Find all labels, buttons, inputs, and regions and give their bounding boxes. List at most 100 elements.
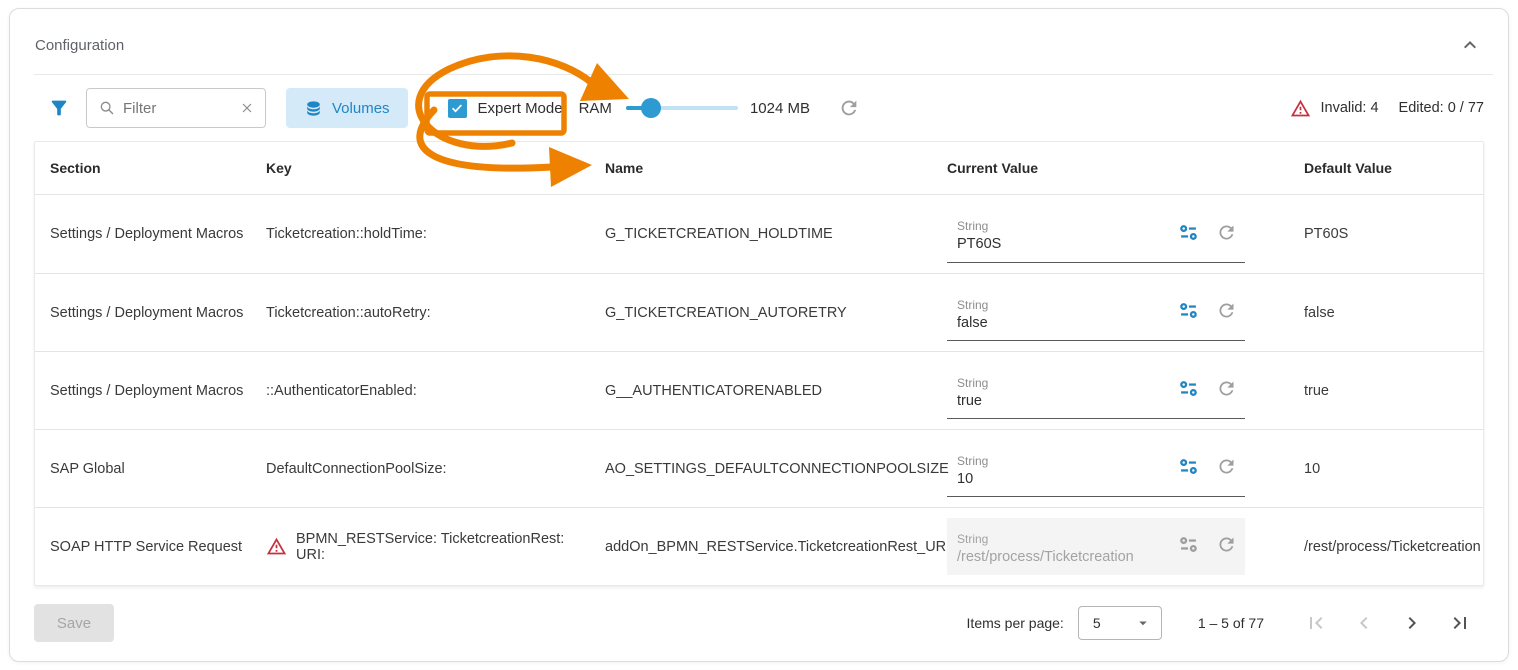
edited-count: Edited: 0 / 77 [1399,100,1484,116]
ram-label: RAM [579,100,612,117]
value-text-block: String [957,453,1168,487]
panel-header: Configuration [10,9,1508,74]
invalid-count: Invalid: 4 [1321,100,1379,116]
value-field: String [947,362,1245,419]
page-size-select[interactable]: 5 [1078,606,1162,640]
toolbar: Volumes Expert Mode RAM 1024 MB [10,75,1508,141]
items-per-page-label: Items per page: [967,615,1064,631]
reset-value-icon[interactable] [1216,222,1237,243]
value-actions [1178,222,1237,243]
chevron-left-icon [1352,611,1376,635]
value-input[interactable] [957,470,1168,487]
clear-filter-icon[interactable] [239,100,255,116]
first-page-button[interactable] [1292,603,1340,643]
table-body: Settings / Deployment Macros Ticketcreat… [35,195,1483,585]
cell-default: /rest/process/Ticketcreation [1289,539,1483,555]
expert-mode-toggle[interactable]: Expert Mode [448,99,563,118]
cell-key: ::AuthenticatorEnabled: [251,383,590,399]
cell-key-text: ::AuthenticatorEnabled: [266,383,417,399]
cell-current-value: String [932,518,1289,575]
cell-default: true [1289,383,1483,399]
col-header-key: Key [251,160,590,176]
value-input[interactable] [957,548,1168,565]
ram-control: RAM 1024 MB [579,97,860,119]
paginator: Items per page: 5 1 – 5 of 77 [967,603,1484,643]
value-input[interactable] [957,235,1168,252]
reset-value-icon[interactable] [1216,300,1237,321]
page-title: Configuration [35,37,124,54]
cell-section: SOAP HTTP Service Request [35,539,251,555]
cell-key: Ticketcreation::autoRetry: [251,305,590,321]
previous-page-button[interactable] [1340,603,1388,643]
last-page-button[interactable] [1436,603,1484,643]
expert-mode-checkbox[interactable] [448,99,467,118]
configuration-panel: Configuration Volumes [9,8,1509,662]
cell-section: Settings / Deployment Macros [35,226,251,242]
volumes-button[interactable]: Volumes [286,88,408,128]
reset-value-icon[interactable] [1216,456,1237,477]
value-field: String [947,284,1245,341]
value-field: String [947,206,1245,263]
value-field: String [947,440,1245,497]
cell-current-value: String [932,362,1289,419]
save-button[interactable]: Save [34,604,114,642]
filter-input[interactable] [123,100,239,117]
collapse-chevron-up-icon[interactable] [1458,33,1482,57]
cell-key: BPMN_RESTService: TicketcreationRest: UR… [251,531,590,563]
cell-name: G_TICKETCREATION_HOLDTIME [590,226,932,242]
value-type-label: String [957,218,1168,235]
ram-slider[interactable] [626,98,738,118]
tune-sliders-icon[interactable] [1178,300,1199,321]
tune-sliders-icon[interactable] [1178,456,1199,477]
chevron-down-icon [1134,614,1152,632]
footer: Save Items per page: 5 1 – 5 of 77 [10,586,1508,643]
cell-name: G_TICKETCREATION_AUTORETRY [590,305,932,321]
tune-sliders-icon[interactable] [1178,378,1199,399]
value-text-block: String [957,531,1168,565]
cell-key-text: DefaultConnectionPoolSize: [266,461,447,477]
cell-default: PT60S [1289,226,1483,242]
invalid-warning-icon [266,536,287,557]
cell-current-value: String [932,440,1289,497]
cell-section: SAP Global [35,461,251,477]
tune-sliders-icon[interactable] [1178,222,1199,243]
cell-key-text: Ticketcreation::autoRetry: [266,305,431,321]
value-actions [1178,300,1237,321]
table-row: SOAP HTTP Service Request BPMN_RESTServi… [35,507,1483,585]
slider-thumb[interactable] [641,98,661,118]
col-header-section: Section [35,160,251,176]
reset-value-icon[interactable] [1216,378,1237,399]
invalid-warning-icon [1290,98,1311,119]
page-range-label: 1 – 5 of 77 [1198,615,1264,631]
filter-funnel-icon[interactable] [48,97,70,119]
filter-field [86,88,266,128]
cell-current-value: String [932,206,1289,263]
value-type-label: String [957,531,1168,548]
table-row: SAP Global DefaultConnectionPoolSize: AO… [35,429,1483,507]
chevron-right-icon [1400,611,1424,635]
table-row: Settings / Deployment Macros Ticketcreat… [35,195,1483,273]
search-icon [99,100,115,116]
ram-refresh-icon[interactable] [838,97,860,119]
table-row: Settings / Deployment Macros Ticketcreat… [35,273,1483,351]
cell-current-value: String [932,284,1289,341]
table-row: Settings / Deployment Macros ::Authentic… [35,351,1483,429]
value-actions [1178,534,1237,555]
value-input[interactable] [957,392,1168,409]
col-header-default-value: Default Value [1289,160,1483,176]
tune-sliders-icon[interactable] [1178,534,1199,555]
value-type-label: String [957,297,1168,314]
reset-value-icon[interactable] [1216,534,1237,555]
cell-default: false [1289,305,1483,321]
ram-value: 1024 MB [750,100,810,117]
page-size-value: 5 [1093,615,1101,631]
status-group: Invalid: 4 Edited: 0 / 77 [1290,98,1485,119]
cell-key: Ticketcreation::holdTime: [251,226,590,242]
next-page-button[interactable] [1388,603,1436,643]
cell-name: addOn_BPMN_RESTService.TicketcreationRes… [590,539,932,555]
cell-key: DefaultConnectionPoolSize: [251,461,590,477]
col-header-current-value: Current Value [932,160,1289,176]
value-input[interactable] [957,314,1168,331]
check-icon [450,101,464,115]
volumes-label: Volumes [332,100,390,117]
